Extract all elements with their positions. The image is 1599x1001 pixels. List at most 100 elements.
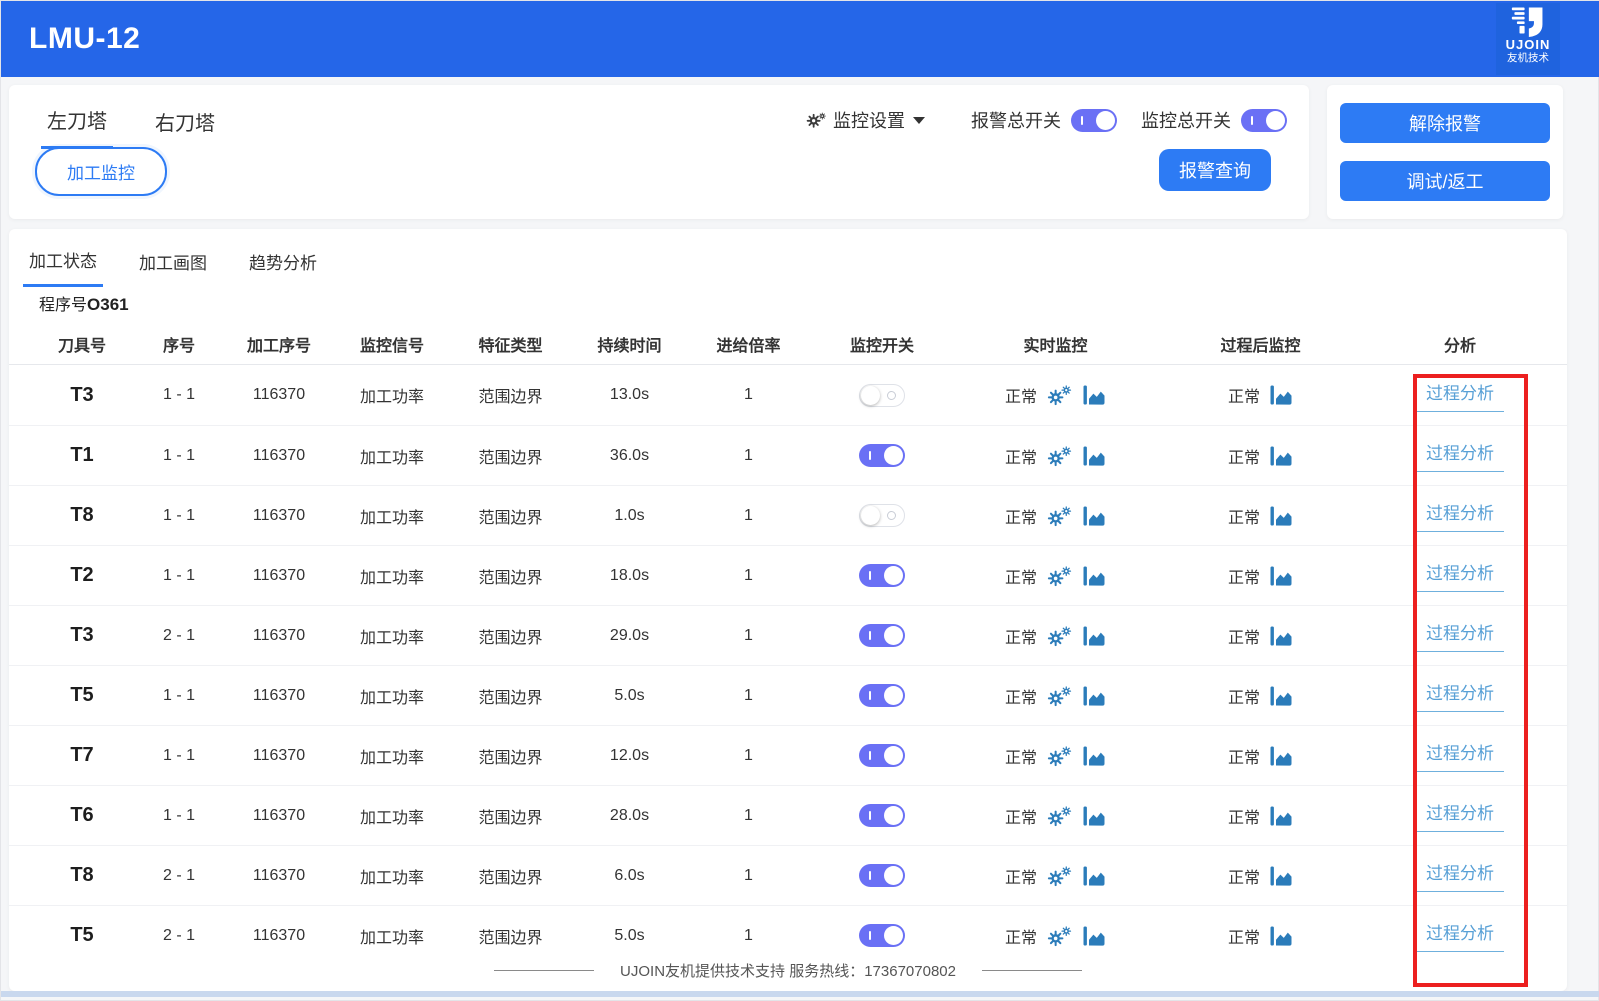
table-header-row: 刀具号 序号 加工序号 监控信号 特征类型 持续时间 进给倍率 监控开关 实时监…	[9, 323, 1567, 365]
area-chart-icon[interactable]	[1269, 745, 1293, 767]
cell-signal: 加工功率	[359, 749, 424, 767]
col-feed-rate: 进给倍率	[716, 337, 781, 355]
cell-duration: 5.0s	[614, 686, 645, 704]
tab-right-turret[interactable]: 右刀塔	[149, 103, 221, 149]
double-gears-icon[interactable]	[1046, 504, 1073, 528]
debug-rework-button[interactable]: 调试/返工	[1340, 161, 1550, 201]
alarm-master-switch[interactable]	[1071, 108, 1117, 132]
monitor-switch[interactable]	[859, 684, 905, 707]
analysis-link[interactable]: 过程分析	[1416, 439, 1504, 472]
cell-post-monitor: 正常	[1155, 383, 1366, 407]
post-status: 正常	[1227, 509, 1260, 527]
monitor-master-switch[interactable]	[1241, 108, 1287, 132]
tab-machining-drawing[interactable]: 加工画图	[133, 243, 213, 287]
table-row: T2 1 - 1 116370 加工功率 范围边界 18.0s 1 正常 正常 …	[9, 545, 1567, 605]
double-gears-icon[interactable]	[1046, 924, 1073, 948]
double-gears-icon[interactable]	[1046, 684, 1073, 708]
area-chart-icon[interactable]	[1082, 445, 1106, 467]
area-chart-icon[interactable]	[1082, 925, 1106, 947]
machining-monitor-button[interactable]: 加工监控	[35, 147, 167, 196]
monitor-switch[interactable]	[859, 804, 905, 827]
analysis-link[interactable]: 过程分析	[1416, 859, 1504, 892]
cell-monitor-switch	[808, 864, 956, 887]
analysis-link[interactable]: 过程分析	[1416, 559, 1504, 592]
monitor-switch[interactable]	[859, 864, 905, 887]
area-chart-icon[interactable]	[1269, 865, 1293, 887]
double-gears-icon[interactable]	[1046, 744, 1073, 768]
area-chart-icon[interactable]	[1082, 565, 1106, 587]
switch-knob	[1096, 110, 1115, 130]
area-chart-icon[interactable]	[1082, 685, 1106, 707]
area-chart-icon[interactable]	[1269, 805, 1293, 827]
cell-realtime-monitor: 正常	[956, 564, 1155, 588]
area-chart-icon[interactable]	[1269, 445, 1293, 467]
tab-machining-status[interactable]: 加工状态	[23, 243, 103, 287]
double-gears-icon[interactable]	[1046, 804, 1073, 828]
post-status: 正常	[1227, 569, 1260, 587]
area-chart-icon[interactable]	[1269, 685, 1293, 707]
realtime-status: 正常	[1004, 509, 1037, 527]
area-chart-icon[interactable]	[1082, 745, 1106, 767]
monitor-switch[interactable]	[859, 564, 905, 587]
area-chart-icon[interactable]	[1269, 565, 1293, 587]
double-gears-icon[interactable]	[1046, 383, 1073, 407]
monitor-switch[interactable]	[859, 444, 905, 467]
double-gears-icon[interactable]	[1046, 564, 1073, 588]
monitor-switch[interactable]	[859, 383, 905, 407]
cell-realtime-monitor: 正常	[956, 383, 1155, 407]
realtime-status: 正常	[1004, 869, 1037, 887]
monitor-switch[interactable]	[859, 744, 905, 767]
monitor-switch[interactable]	[859, 624, 905, 647]
tab-left-turret[interactable]: 左刀塔	[41, 103, 113, 149]
analysis-link[interactable]: 过程分析	[1416, 739, 1504, 772]
post-status: 正常	[1227, 869, 1260, 887]
footer-divider-left	[494, 970, 595, 971]
alarm-query-button[interactable]: 报警查询	[1159, 149, 1271, 191]
cell-analysis: 过程分析	[1366, 379, 1554, 412]
monitor-switch[interactable]	[859, 924, 905, 947]
monitor-settings-dropdown[interactable]: 监控设置	[805, 107, 925, 133]
area-chart-icon[interactable]	[1082, 505, 1106, 527]
cell-seq: 1 - 1	[162, 386, 195, 403]
area-chart-icon[interactable]	[1269, 925, 1293, 947]
double-gears-icon[interactable]	[1046, 864, 1073, 888]
cell-realtime-monitor: 正常	[956, 864, 1155, 888]
cell-post-monitor: 正常	[1155, 924, 1366, 948]
switch-knob	[884, 806, 903, 825]
analysis-link[interactable]: 过程分析	[1416, 679, 1504, 712]
cell-duration: 36.0s	[609, 446, 650, 464]
toolbar-card: 左刀塔 右刀塔 加工监控 监控设置 报警总开关 监控总开关 报警查询	[9, 85, 1309, 219]
horizontal-scrollbar[interactable]	[1, 991, 1599, 997]
area-chart-icon[interactable]	[1082, 865, 1106, 887]
realtime-status: 正常	[1004, 389, 1037, 406]
area-chart-icon[interactable]	[1082, 625, 1106, 647]
clear-alarm-button[interactable]: 解除报警	[1340, 103, 1550, 143]
caret-down-icon	[913, 116, 925, 124]
double-gears-icon[interactable]	[1046, 444, 1073, 468]
table-row: T8 1 - 1 116370 加工功率 范围边界 1.0s 1 正常 正常 过…	[9, 485, 1567, 545]
analysis-link[interactable]: 过程分析	[1416, 919, 1504, 952]
cell-realtime-monitor: 正常	[956, 684, 1155, 708]
area-chart-icon[interactable]	[1269, 505, 1293, 527]
area-chart-icon[interactable]	[1269, 384, 1293, 406]
area-chart-icon[interactable]	[1269, 625, 1293, 647]
monitor-controls: 监控设置 报警总开关 监控总开关	[805, 107, 1287, 133]
app-header: LMU-12 UJOIN 友机技术	[1, 1, 1599, 77]
analysis-link[interactable]: 过程分析	[1416, 799, 1504, 832]
cell-duration: 1.0s	[614, 506, 645, 524]
post-status: 正常	[1227, 929, 1260, 947]
cell-signal: 加工功率	[359, 509, 424, 527]
analysis-link[interactable]: 过程分析	[1416, 379, 1504, 412]
area-chart-icon[interactable]	[1082, 805, 1106, 827]
cell-seq: 2 - 1	[162, 926, 195, 944]
cell-signal: 加工功率	[359, 869, 424, 887]
cell-analysis: 过程分析	[1366, 439, 1554, 472]
cell-monitor-switch	[808, 444, 956, 467]
monitor-switch[interactable]	[859, 504, 905, 527]
area-chart-icon[interactable]	[1082, 384, 1106, 406]
post-status: 正常	[1227, 389, 1260, 406]
analysis-link[interactable]: 过程分析	[1416, 499, 1504, 532]
tab-trend-analysis[interactable]: 趋势分析	[243, 243, 323, 287]
analysis-link[interactable]: 过程分析	[1416, 619, 1504, 652]
double-gears-icon[interactable]	[1046, 624, 1073, 648]
